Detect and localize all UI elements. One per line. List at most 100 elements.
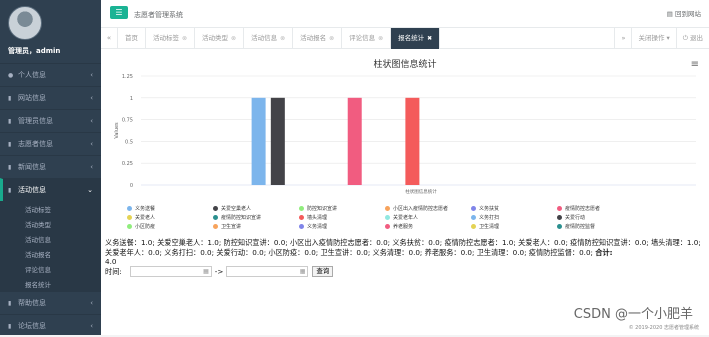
sidebar-item-label: 活动信息 [18,186,46,194]
tab-label: 活动标签 [153,34,179,42]
close-icon[interactable]: ⊗ [378,35,383,42]
legend-label: 墙头清理 [307,214,328,221]
tab-item[interactable]: 活动类型 ⊗ [195,28,245,49]
calendar-icon: ▦ [203,268,209,275]
legend-item[interactable]: 防控知识宣讲 [299,204,379,212]
legend-marker [213,214,218,220]
tab-item[interactable]: 活动标签 ⊗ [146,28,196,49]
search-button[interactable]: 查询 [312,266,334,277]
top-header: ☰ 志愿者管理系统 ▤ 回到网站 [101,0,709,28]
list-icon: ▮ [8,186,12,194]
legend-item[interactable]: 疫情防控知识宣讲 [213,213,293,221]
legend-label: 关爱空巢老人 [221,205,252,212]
legend-label: 小区出入疫情防控志愿者 [393,205,449,212]
time-filter: 时间: ▦ -> ▦ 查询 [105,266,334,277]
bar-1 [270,97,285,185]
hamburger-icon: ☰ [115,8,123,17]
tab-item[interactable]: 评论信息 ⊗ [342,28,392,49]
legend-item[interactable]: 关爱老年人 [385,213,465,221]
list-icon: ▮ [8,117,12,125]
sidebar-item[interactable]: ▮ 新闻信息 ‹ [0,155,101,178]
chevron-left-icon: ‹ [90,322,93,330]
close-icon[interactable]: ✖ [427,35,432,42]
bar-chart: 1.25 1 0.75 0.5 0.25 0 Values 柱状图信息统计 [114,74,696,195]
sidebar-item[interactable]: ● 个人信息 ‹ [0,63,101,86]
legend-item[interactable]: 关爱老人 [127,213,207,221]
close-operations-dropdown[interactable]: 关闭操作 ▾ [631,28,675,49]
sidebar-item-label: 新闻信息 [18,163,46,171]
sidebar-item[interactable]: ▮ 活动信息 ⌄ [0,178,101,201]
close-icon[interactable]: ⊗ [231,35,236,42]
legend-item[interactable]: 义务扶贫 [471,204,551,212]
sidebar-subitem[interactable]: 报名统计 [0,276,101,291]
end-date-input[interactable]: ▦ [226,266,309,277]
list-icon: ▤ [666,10,675,18]
bar-0 [251,97,266,185]
back-to-site-link[interactable]: ▤ 回到网站 [667,8,701,18]
avatar[interactable] [8,6,42,40]
sidebar-subitem[interactable]: 评论信息 [0,261,101,276]
legend-marker [213,223,218,229]
sidebar-item[interactable]: ▮ 论坛信息 ‹ [0,314,101,337]
sidebar-item[interactable]: ▮ 志愿者信息 ‹ [0,132,101,155]
y-tick-label: 1 [130,96,133,102]
sidebar-subitem[interactable]: 活动标签 [0,201,101,216]
tab-item[interactable]: 报名统计 ✖ [391,28,441,49]
tab-item[interactable]: 活动报名 ⊗ [293,28,343,49]
start-date-input[interactable]: ▦ [129,266,212,277]
sidebar-item-label: 个人信息 [18,71,46,79]
legend-item[interactable]: 小区出入疫情防控志愿者 [385,204,465,212]
menu-toggle-button[interactable]: ☰ [110,6,128,19]
y-tick-label: 0 [130,183,133,189]
legend-item[interactable]: 义务打扫 [471,213,551,221]
legend-marker [127,223,132,229]
watermark: CSDN @一个小肥羊 [573,307,693,322]
sidebar-nav: ● 个人信息 ‹ ▮ 网站信息 ‹ ▮ 管理员信息 ‹ ▮ 志愿者信息 ‹ ▮ 新闻信息 ‹ ▮ 活动信息 ⌄ [0,63,101,201]
legend-item[interactable]: 卫生宣讲 [213,222,293,230]
list-icon: ▮ [8,140,12,148]
footer-copyright: © 2019-2020 志愿者管理系统 [628,325,699,331]
legend-item[interactable]: 疫情防控监督 [557,222,637,230]
sidebar-item[interactable]: ▮ 网站信息 ‹ [0,86,101,109]
close-icon[interactable]: ⊗ [280,35,285,42]
close-icon[interactable]: ⊗ [329,35,334,42]
legend-item[interactable]: 关爱行动 [557,213,637,221]
legend-marker [299,205,304,211]
tab-label: 报名统计 [398,34,425,42]
legend-item[interactable]: 义务清理 [299,222,379,230]
sidebar-submenu: 活动标签 活动类型 活动信息 活动报名 评论信息 报名统计 [0,201,101,291]
legend-item[interactable]: 养老服务 [385,222,465,230]
legend-label: 养老服务 [393,223,414,230]
system-title: 志愿者管理系统 [134,11,183,19]
sidebar-item-label: 志愿者信息 [18,140,53,148]
legend-item[interactable]: 墙头清理 [299,213,379,221]
tab-item[interactable]: 活动信息 ⊗ [244,28,294,49]
tab-bar: « 首页 活动标签 ⊗ 活动类型 ⊗ 活动信息 ⊗ 活动报名 ⊗ 评论信息 ⊗ 报名统计 ✖ » 关闭操… [101,28,709,49]
legend-item[interactable]: 小区防疫 [127,222,207,230]
tab-scroll-right-button[interactable]: » [614,28,631,49]
legend-item[interactable]: 卫生清理 [471,222,551,230]
list-icon: ▮ [8,163,12,171]
legend-item[interactable]: 义务送餐 [127,204,207,212]
tab-item[interactable]: 首页 [118,28,146,49]
list-icon: ▮ [8,322,12,330]
logout-button[interactable]: ⏻ 退出 [675,28,709,49]
tab-label: 评论信息 [349,34,376,42]
sidebar-item[interactable]: ▮ 管理员信息 ‹ [0,109,101,132]
close-icon[interactable]: ⊗ [182,35,187,42]
legend-item[interactable]: 疫情防控志愿者 [557,204,637,212]
sidebar-subitem[interactable]: 活动类型 [0,216,101,231]
legend-label: 小区防疫 [135,223,156,230]
profile-block: 管理员，admin [0,0,101,63]
sidebar-subitem[interactable]: 活动信息 [0,231,101,246]
legend-label: 义务送餐 [135,205,156,212]
chevron-left-icon: ‹ [90,163,93,171]
legend-marker [213,205,218,211]
legend-marker [299,214,304,220]
user-name[interactable]: 管理员，admin [8,46,60,56]
chart-legend: 义务送餐 关爱空巢老人 防控知识宣讲 小区出入疫情防控志愿者 义务扶贫 疫情防控志愿者 关爱… [127,204,707,230]
tab-scroll-left-button[interactable]: « [101,28,118,49]
sidebar-item[interactable]: ▮ 帮助信息 ‹ [0,291,101,314]
legend-item[interactable]: 关爱空巢老人 [213,204,293,212]
sidebar-subitem[interactable]: 活动报名 [0,246,101,261]
